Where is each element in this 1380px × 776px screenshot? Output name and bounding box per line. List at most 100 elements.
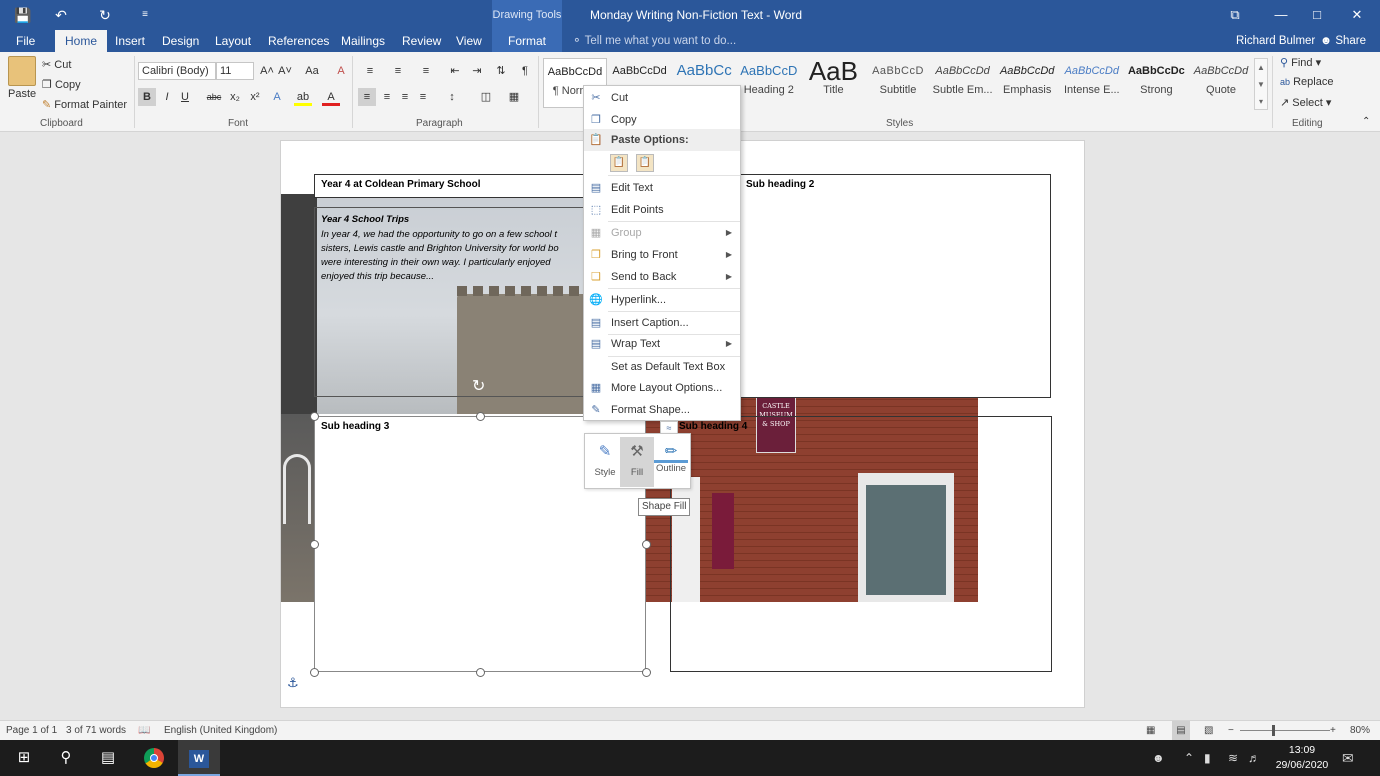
resize-handle[interactable] [642,668,651,677]
font-color-button[interactable]: A [322,88,340,106]
zoom-slider-thumb[interactable] [1272,725,1275,736]
change-case-button[interactable]: Aa [300,62,324,80]
tab-design[interactable]: Design [152,30,209,52]
menu-item-cut[interactable]: ✂ Cut [584,87,740,109]
tab-insert[interactable]: Insert [105,30,155,52]
castle-photo-lower[interactable] [281,414,315,602]
shrink-font-button[interactable]: A˅ [276,62,294,80]
menu-item-set-default-text-box[interactable]: Set as Default Text Box [584,356,740,378]
align-left-icon[interactable]: ≡ [358,88,376,106]
sub-heading-4-box[interactable]: Sub heading 4 [670,416,1052,672]
align-center-icon[interactable]: ≡ [378,88,396,106]
styles-scroll[interactable]: ▲ ▼ ▾ [1254,58,1268,110]
chrome-icon[interactable] [136,740,172,776]
resize-handle[interactable] [642,540,651,549]
sort-icon[interactable]: ⇅ [492,62,510,80]
copy-button[interactable]: ❐ Copy [42,78,81,91]
save-icon[interactable]: 💾 [10,5,36,25]
language[interactable]: English (United Kingdom) [164,721,277,741]
resize-handle[interactable] [310,668,319,677]
borders-icon[interactable]: ▦ [502,88,526,106]
tab-layout[interactable]: Layout [205,30,261,52]
format-painter-button[interactable]: ✎ Format Painter [42,98,127,111]
subscript-button[interactable]: x₂ [226,88,244,106]
superscript-button[interactable]: x² [246,88,264,106]
print-layout-icon[interactable]: ▤ [1172,721,1190,741]
line-spacing-icon[interactable]: ↕ [440,88,464,106]
italic-button[interactable]: I [158,88,176,106]
select-button[interactable]: ↗ Select ▾ [1280,96,1331,109]
rotate-handle-icon[interactable]: ↻ [472,376,485,396]
word-count[interactable]: 3 of 71 words [66,721,126,741]
people-icon[interactable]: ☻ [1152,740,1165,776]
replace-button[interactable]: ab Replace [1280,76,1333,88]
paste-picture-icon[interactable]: 📋 [636,154,654,172]
paste-button[interactable]: Paste [8,88,36,100]
zoom-out-icon[interactable]: − [1228,721,1234,741]
underline-button[interactable]: U [176,88,194,106]
customize-qat-icon[interactable]: ≡ [136,5,154,25]
menu-item-edit-text[interactable]: ▤ Edit Text [584,177,740,199]
word-taskbar-icon[interactable]: W [178,740,220,776]
menu-item-send-to-back[interactable]: ❑ Send to Back ▶ [584,266,740,288]
numbering-icon[interactable]: ≡ [386,62,410,80]
menu-item-insert-caption[interactable]: ▤ Insert Caption... [584,312,740,334]
resize-handle[interactable] [310,412,319,421]
style-item[interactable]: AaBbCcDd Emphasis [995,58,1059,108]
align-right-icon[interactable]: ≡ [396,88,414,106]
tab-file[interactable]: File [6,30,45,52]
multilevel-list-icon[interactable]: ≡ [414,62,438,80]
resize-handle[interactable] [476,668,485,677]
heading-text-box[interactable]: Year 4 at Coldean Primary School [314,174,590,198]
strikethrough-button[interactable]: abc [202,88,226,106]
grow-font-button[interactable]: A˄ [258,62,276,80]
style-item[interactable]: AaB Title [801,58,865,108]
zoom-slider[interactable] [1240,730,1330,731]
sub-heading-2-box[interactable]: Sub heading 2 [739,174,1051,398]
tray-overflow-icon[interactable]: ⌃ [1184,740,1194,776]
shape-style-button[interactable]: ✎ Style [588,437,622,487]
clear-formatting-button[interactable]: A [332,62,350,80]
bold-button[interactable]: B [138,88,156,106]
style-item[interactable]: AaBbCcDd Subtle Em... [931,58,995,108]
search-icon[interactable]: ⚲ [48,740,84,776]
cut-button[interactable]: ✂ Cut [42,58,71,71]
tab-references[interactable]: References [258,30,339,52]
ribbon-display-icon[interactable]: ⧉ [1212,0,1258,30]
menu-item-group[interactable]: ▦ Group ▶ [584,222,740,244]
style-item[interactable]: AaBbCcD Heading 2 [737,58,801,108]
text-effects-button[interactable]: A [268,88,286,106]
read-mode-icon[interactable]: ▦ [1146,721,1155,741]
pilcrow-icon[interactable]: ¶ [516,62,534,80]
tab-review[interactable]: Review [392,30,451,52]
shading-icon[interactable]: ◫ [474,88,498,106]
font-name-box[interactable]: Calibri (Body) [138,62,216,80]
menu-item-bring-to-front[interactable]: ❒ Bring to Front ▶ [584,244,740,266]
menu-item-format-shape[interactable]: ✎ Format Shape... [584,399,740,421]
task-view-icon[interactable]: ▤ [90,740,126,776]
menu-item-hyperlink[interactable]: 🌐 Hyperlink... [584,289,740,311]
zoom-level[interactable]: 80% [1350,721,1370,741]
menu-item-wrap-text[interactable]: ▤ Wrap Text ▶ [584,333,740,355]
zoom-in-icon[interactable]: + [1330,721,1336,741]
style-item[interactable]: AaBbCcD Subtitle [866,58,930,108]
paste-icon[interactable] [8,56,36,86]
page-count[interactable]: Page 1 of 1 [6,721,57,741]
paste-keep-formatting-icon[interactable]: 📋 [610,154,628,172]
share-button[interactable]: ☻ Share [1320,30,1366,52]
style-item[interactable]: AaBbCcDd Intense E... [1060,58,1124,108]
tab-home[interactable]: Home [55,30,108,52]
decrease-indent-icon[interactable]: ⇤ [446,62,464,80]
style-item[interactable]: AaBbCcDd Quote [1189,58,1253,108]
clock[interactable]: 13:09 29/06/2020 [1272,743,1332,773]
user-name[interactable]: Richard Bulmer [1236,30,1315,52]
volume-icon[interactable]: ♬ [1248,740,1260,776]
notifications-icon[interactable]: ✉ [1342,740,1354,776]
shape-outline-button[interactable]: ✏ Outline [654,437,688,487]
redo-icon[interactable]: ↻ [94,5,116,25]
find-button[interactable]: ⚲ Find ▾ [1280,56,1321,69]
resize-handle[interactable] [476,412,485,421]
highlight-button[interactable]: ab [294,88,312,106]
style-item[interactable]: AaBbCcDc Strong [1124,58,1188,108]
menu-item-more-layout-options[interactable]: ▦ More Layout Options... [584,377,740,399]
